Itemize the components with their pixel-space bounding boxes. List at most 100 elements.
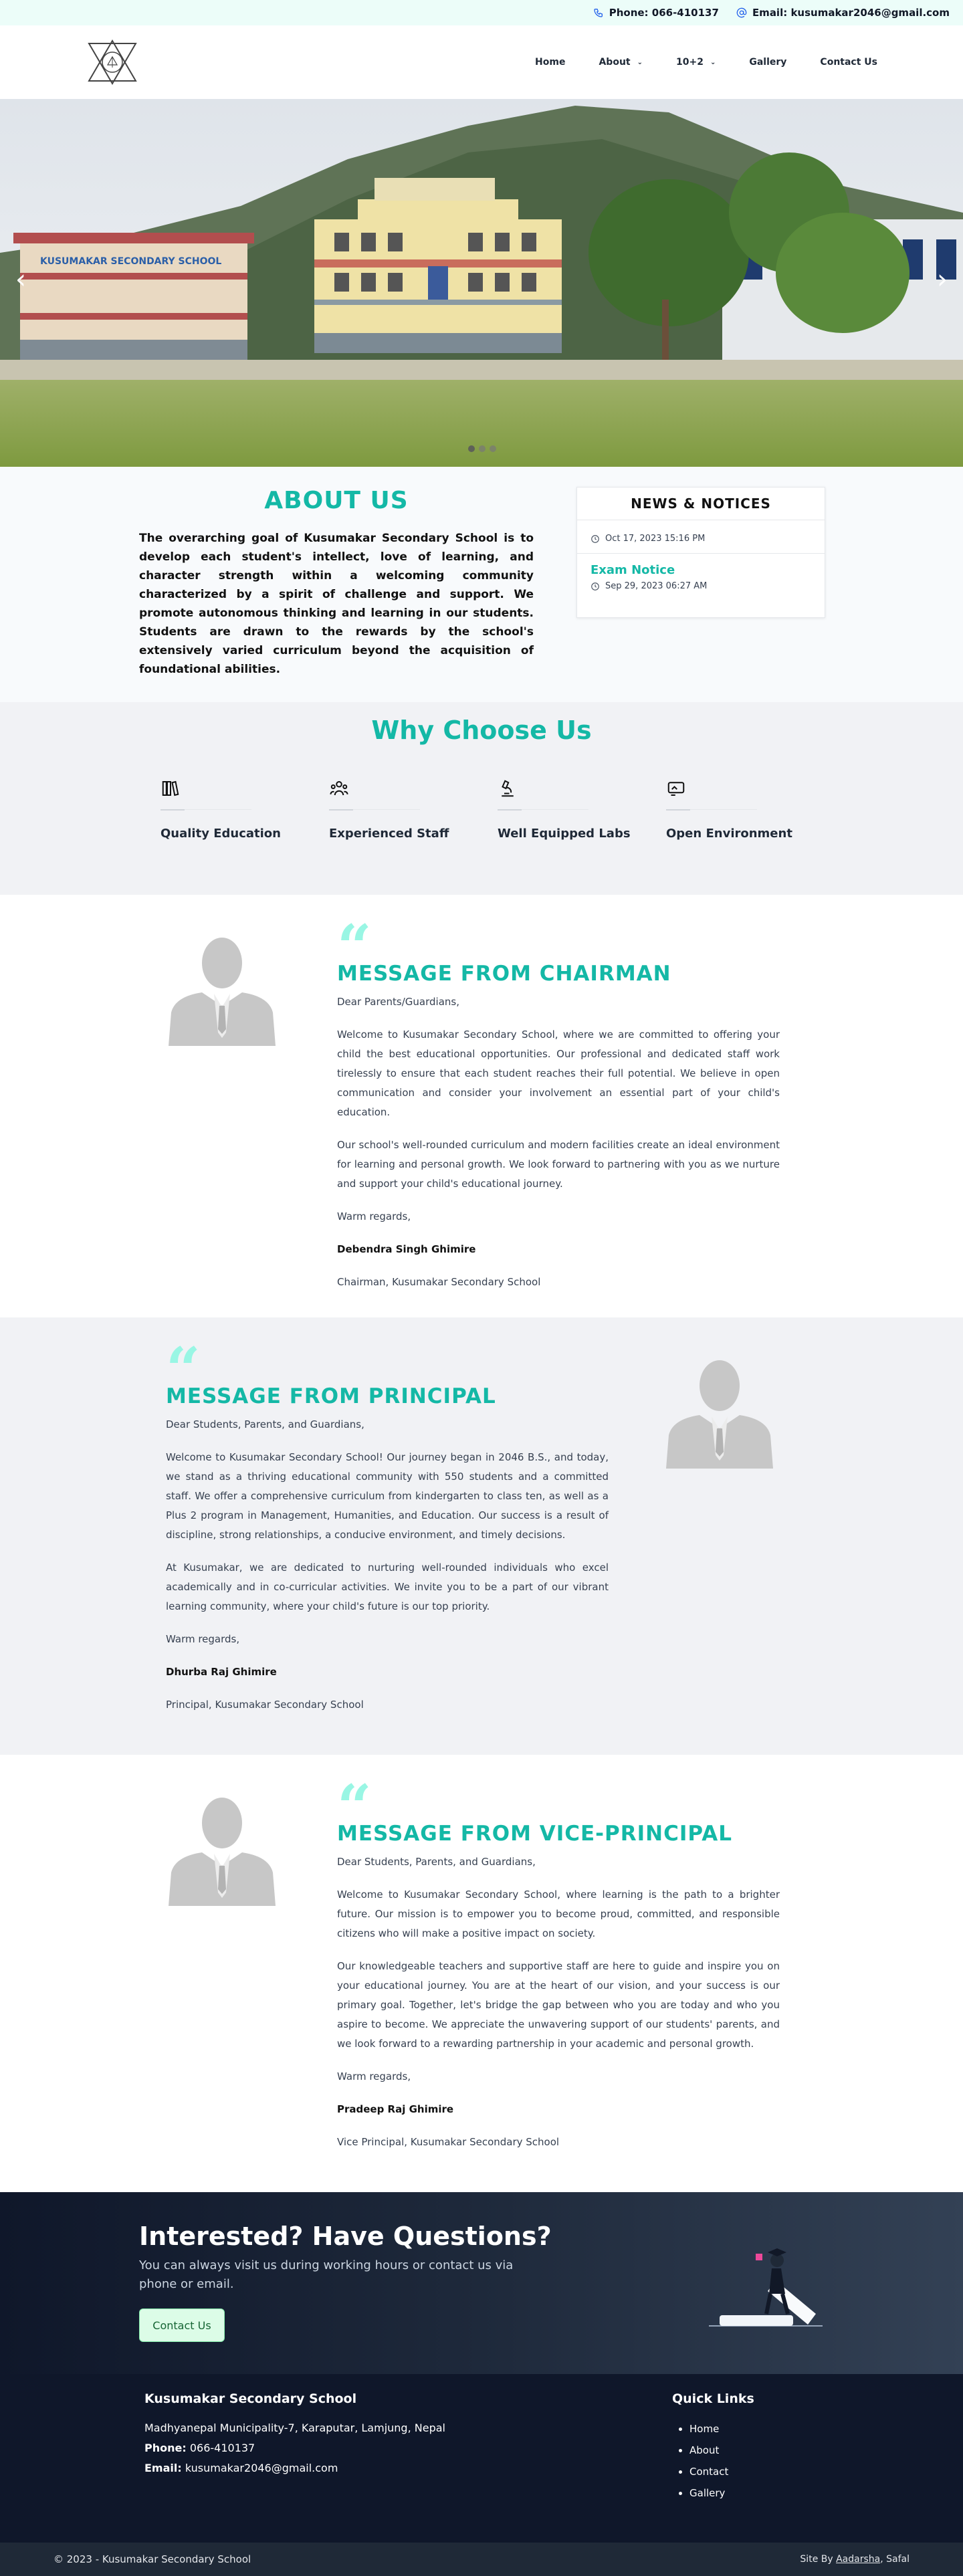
footer-school-name: Kusumakar Secondary School <box>144 2391 357 2406</box>
footer-quick-links: Quick Links Home About Contact Gallery <box>672 2391 754 2504</box>
footer-email: Email: kusumakar2046@gmail.com <box>144 2458 445 2478</box>
footer-link-about[interactable]: About <box>689 2440 754 2461</box>
hero-carousel: KUSUMAKAR SECONDARY SCHOOL ‹ › <box>0 99 963 467</box>
news-panel: NEWS & NOTICES Oct 17, 2023 15:16 PM Exa… <box>576 487 825 618</box>
footer-phone-label: Phone: <box>144 2442 187 2454</box>
nav-contact-label: Contact Us <box>820 57 877 68</box>
copyright-text: © 2023 - Kusumakar Secondary School <box>54 2553 251 2565</box>
vice-principal-role: Vice Principal, Kusumakar Secondary Scho… <box>337 2136 560 2148</box>
principal-name: Dhurba Raj Ghimire <box>166 1666 277 1678</box>
cta-title: Interested? Have Questions? <box>139 2222 552 2251</box>
phone-icon <box>594 9 603 17</box>
books-icon <box>162 780 179 796</box>
carousel-prev-icon[interactable]: ‹ <box>11 266 31 293</box>
nav-about-label: About <box>599 57 631 68</box>
chairman-avatar <box>169 938 276 1046</box>
why-title: Why Choose Us <box>371 716 592 745</box>
about-body: The overarching goal of Kusumakar Second… <box>139 532 534 676</box>
contact-cta-section: Interested? Have Questions? You can alwa… <box>0 2192 963 2374</box>
feature-label: Well Equipped Labs <box>498 827 631 841</box>
microscope-icon <box>502 780 514 797</box>
carousel-dot[interactable] <box>468 445 475 452</box>
about-section: ABOUT US The overarching goal of Kusumak… <box>0 467 963 702</box>
svg-text:KUSUMAKAR SECONDARY SCHOOL: KUSUMAKAR SECONDARY SCHOOL <box>40 256 221 267</box>
news-date-text: Sep 29, 2023 06:27 AM <box>605 581 708 591</box>
quote-icon: “ <box>166 1334 201 1405</box>
feature-quality-education: Quality Education <box>160 778 329 841</box>
footer-link-gallery[interactable]: Gallery <box>689 2482 754 2504</box>
principal-avatar <box>666 1360 773 1469</box>
nav-home-label: Home <box>535 57 566 68</box>
phone-text: Phone: 066-410137 <box>609 7 719 19</box>
vice-principal-title: MESSAGE FROM VICE-PRINCIPAL <box>337 1822 733 1846</box>
graduate-illustration <box>709 2248 823 2327</box>
site-footer: Kusumakar Secondary School Madhyanepal M… <box>0 2374 963 2543</box>
chairman-message-section: “ MESSAGE FROM CHAIRMAN Dear Parents/Gua… <box>0 895 963 1317</box>
news-item[interactable]: Exam Notice Sep 29, 2023 06:27 AM <box>577 554 825 601</box>
footer-email-label: Email: <box>144 2462 182 2474</box>
footer-email-value: kusumakar2046@gmail.com <box>185 2462 338 2474</box>
footer-contact: Kusumakar Secondary School Madhyanepal M… <box>144 2391 445 2478</box>
principal-title: MESSAGE FROM PRINCIPAL <box>166 1384 496 1408</box>
email-contact[interactable]: Email: kusumakar2046@gmail.com <box>736 7 950 19</box>
vice-principal-avatar <box>169 1798 276 1906</box>
credit-separator: , <box>880 2554 887 2565</box>
vice-principal-regards: Warm regards, <box>337 2070 411 2082</box>
feature-label: Quality Education <box>160 827 281 841</box>
nav-plus-two-label: 10+2 <box>676 57 704 68</box>
footer-phone: Phone: 066-410137 <box>144 2438 445 2458</box>
footer-address: Madhyanepal Municipality-7, Karaputar, L… <box>144 2422 445 2434</box>
feature-well-equipped-labs: Well Equipped Labs <box>498 778 666 841</box>
author-link[interactable]: Aadarsha <box>836 2554 880 2565</box>
carousel-next-icon[interactable]: › <box>932 266 952 293</box>
footer-phone-value: 066-410137 <box>189 2442 255 2454</box>
chairman-title: MESSAGE FROM CHAIRMAN <box>337 962 671 986</box>
chairman-paragraph-1: Welcome to Kusumakar Secondary School, w… <box>337 1029 780 1118</box>
nav-plus-two[interactable]: 10+2 ⌄ <box>676 57 716 68</box>
news-item[interactable]: Oct 17, 2023 15:16 PM <box>577 520 825 554</box>
feature-open-environment: Open Environment <box>666 778 835 841</box>
feature-experienced-staff: Experienced Staff <box>329 778 498 841</box>
footer-link-contact[interactable]: Contact <box>689 2461 754 2482</box>
nav-menu: Home About ⌄ 10+2 ⌄ Gallery Contact Us <box>535 57 877 68</box>
news-item-date: Sep 29, 2023 06:27 AM <box>591 581 811 591</box>
news-date-text: Oct 17, 2023 15:16 PM <box>605 534 706 544</box>
feature-list: Quality Education Experienced Staff Well… <box>0 778 963 841</box>
quote-icon: “ <box>337 911 372 982</box>
screen-icon <box>667 782 685 796</box>
why-choose-us-section: Why Choose Us Quality Education Experien… <box>0 702 963 895</box>
vice-principal-name: Pradeep Raj Ghimire <box>337 2103 454 2115</box>
at-icon <box>736 7 747 18</box>
logo-icon <box>88 39 137 85</box>
nav-about[interactable]: About ⌄ <box>599 57 643 68</box>
school-building-photo: KUSUMAKAR SECONDARY SCHOOL <box>0 99 963 467</box>
nav-home[interactable]: Home <box>535 57 565 68</box>
nav-gallery-label: Gallery <box>749 57 787 68</box>
top-contact-bar: Phone: 066-410137 Email: kusumakar2046@g… <box>0 0 963 25</box>
carousel-dot[interactable] <box>490 445 496 452</box>
footer-link-home[interactable]: Home <box>689 2418 754 2440</box>
nav-gallery[interactable]: Gallery <box>749 57 786 68</box>
feature-label: Experienced Staff <box>329 827 449 841</box>
main-navigation: Home About ⌄ 10+2 ⌄ Gallery Contact Us <box>0 25 963 99</box>
chairman-role: Chairman, Kusumakar Secondary School <box>337 1276 541 1288</box>
principal-paragraph-1: Welcome to Kusumakar Secondary School! O… <box>166 1451 609 1541</box>
carousel-indicators <box>468 445 496 452</box>
clock-icon <box>591 582 599 591</box>
chairman-name: Debendra Singh Ghimire <box>337 1243 476 1255</box>
vice-principal-paragraph-2: Our knowledgeable teachers and supportiv… <box>337 1960 780 2050</box>
principal-role: Principal, Kusumakar Secondary School <box>166 1699 364 1711</box>
nav-contact[interactable]: Contact Us <box>820 57 877 68</box>
users-icon <box>330 781 348 796</box>
contact-us-button[interactable]: Contact Us <box>139 2309 225 2342</box>
chairman-regards: Warm regards, <box>337 1210 411 1222</box>
school-logo[interactable] <box>86 37 139 87</box>
vice-principal-paragraph-1: Welcome to Kusumakar Secondary School, w… <box>337 1889 780 1939</box>
phone-contact[interactable]: Phone: 066-410137 <box>593 7 719 19</box>
news-item-date: Oct 17, 2023 15:16 PM <box>591 534 811 544</box>
site-by-label: Site By <box>800 2554 833 2565</box>
carousel-dot[interactable] <box>479 445 486 452</box>
quick-links-title: Quick Links <box>672 2391 754 2406</box>
feature-label: Open Environment <box>666 827 792 841</box>
principal-regards: Warm regards, <box>166 1633 240 1645</box>
